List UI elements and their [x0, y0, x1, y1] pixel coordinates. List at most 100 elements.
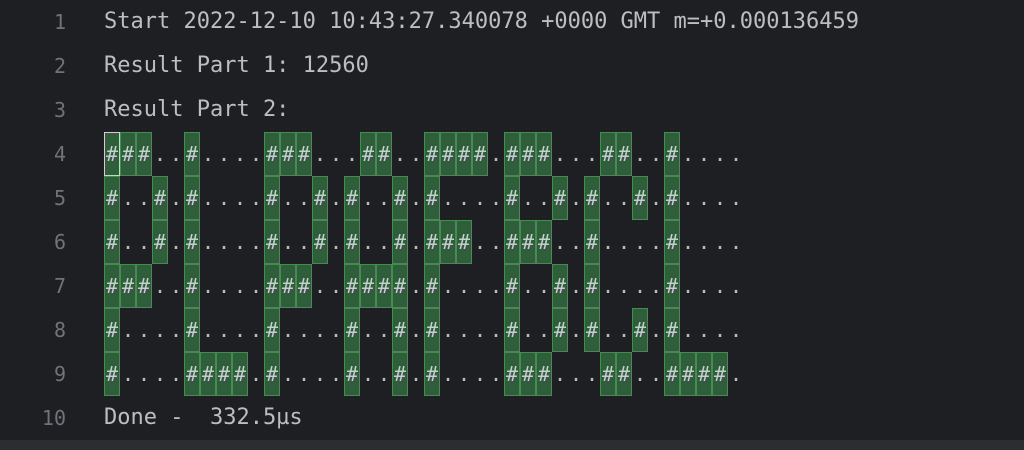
dot-char: .: [137, 230, 151, 254]
dot-char: .: [697, 186, 711, 210]
hash-char: #: [344, 220, 360, 264]
editor-line-6[interactable]: 6 #.. #. #.... #.. #. #.. #. # # #.. # # #.. #.... #..…: [0, 220, 1024, 264]
hash-char: #: [312, 220, 328, 264]
line-number: 7: [53, 274, 66, 298]
hash-char: #: [120, 132, 136, 176]
code-editor[interactable]: 1 Start 2022-12-10 10:43:27.340078 +0000…: [0, 0, 1024, 450]
editor-line-1[interactable]: 1 Start 2022-12-10 10:43:27.340078 +0000…: [0, 0, 1024, 44]
dot-char: .: [169, 142, 183, 166]
hash-char: #: [424, 264, 440, 308]
horizontal-scrollbar[interactable]: [0, 440, 1024, 450]
dot-char: .: [473, 274, 487, 298]
ascii-art-row[interactable]: # # #.. #.... # # #... # #.. # # # #. # # #... # #.. #....: [104, 132, 744, 176]
hash-char: #: [264, 308, 280, 352]
dot-char: .: [201, 186, 215, 210]
dot-char: .: [553, 230, 567, 254]
dot-char: .: [601, 318, 615, 342]
dot-char: .: [649, 318, 663, 342]
hash-char: #: [296, 264, 312, 308]
dot-char: .: [569, 186, 583, 210]
dot-char: .: [409, 274, 423, 298]
hash-char: #: [136, 132, 152, 176]
ascii-art-row[interactable]: # # #.. #.... # # #.. # # # #. #.... #.. #. #.... #....: [104, 264, 744, 308]
hash-char: #: [392, 308, 408, 352]
dot-char: .: [457, 274, 471, 298]
hash-char: #: [472, 132, 488, 176]
dot-char: .: [217, 318, 231, 342]
hash-char: #: [664, 352, 680, 396]
dot-char: .: [489, 230, 503, 254]
editor-line-2[interactable]: 2 Result Part 1: 12560: [0, 44, 1024, 88]
editor-line-7[interactable]: 7 # # #.. #.... # # #.. # # # #. #.... #.. #. #.... #..…: [0, 264, 1024, 308]
editor-line-10[interactable]: 10 Done - 332.5µs: [0, 396, 1024, 440]
hash-char: #: [152, 176, 168, 220]
hash-char: #: [504, 264, 520, 308]
hash-char: #: [504, 176, 520, 220]
ascii-art-row[interactable]: #.. #. #.... #.. #. #.. #. # # #.. # # #.. #.... #....: [104, 220, 744, 264]
dot-char: .: [617, 318, 631, 342]
hash-char: #: [504, 352, 520, 396]
hash-char: #: [200, 352, 216, 396]
line-number: 6: [53, 230, 66, 254]
line-text[interactable]: Result Part 1: 12560: [104, 44, 369, 88]
hash-char: #: [360, 132, 376, 176]
dot-char: .: [281, 318, 295, 342]
hash-char: #: [264, 176, 280, 220]
dot-char: .: [329, 318, 343, 342]
hash-char: #: [584, 220, 600, 264]
dot-char: .: [361, 362, 375, 386]
hash-char: #: [632, 308, 648, 352]
ascii-art-row[interactable]: #.. #. #.... #.. #. #.. #. #.... #.. #. #.. #. #....: [104, 176, 744, 220]
line-text[interactable]: Done - 332.5µs: [104, 396, 303, 440]
dot-char: .: [617, 274, 631, 298]
dot-char: .: [489, 186, 503, 210]
hash-char: #: [184, 352, 200, 396]
editor-line-5[interactable]: 5 #.. #. #.... #.. #. #.. #. #.... #.. #. #.. #. #..…: [0, 176, 1024, 220]
dot-char: .: [729, 362, 743, 386]
hash-char: #: [296, 132, 312, 176]
dot-char: .: [633, 274, 647, 298]
dot-char: .: [633, 142, 647, 166]
dot-char: .: [457, 318, 471, 342]
line-number: 4: [53, 142, 66, 166]
dot-char: .: [217, 274, 231, 298]
dot-char: .: [569, 362, 583, 386]
dot-char: .: [457, 186, 471, 210]
editor-line-3[interactable]: 3 Result Part 2:: [0, 88, 1024, 132]
dot-char: .: [409, 362, 423, 386]
editor-line-8[interactable]: 8 #.... #.... #.... #.. #. #.... #.. #. #.. #. #..…: [0, 308, 1024, 352]
line-text[interactable]: Result Part 2:: [104, 88, 289, 132]
dot-char: .: [489, 142, 503, 166]
hash-char: #: [136, 264, 152, 308]
hash-char: #: [344, 176, 360, 220]
dot-char: .: [409, 318, 423, 342]
hash-char: #: [216, 352, 232, 396]
dot-char: .: [697, 142, 711, 166]
dot-char: .: [489, 318, 503, 342]
hash-char: #: [696, 352, 712, 396]
dot-char: .: [569, 274, 583, 298]
hash-char: #: [584, 176, 600, 220]
dot-char: .: [345, 142, 359, 166]
dot-char: .: [249, 318, 263, 342]
dot-char: .: [649, 362, 663, 386]
line-text[interactable]: Start 2022-12-10 10:43:27.340078 +0000 G…: [104, 0, 859, 44]
dot-char: .: [569, 318, 583, 342]
dot-char: .: [313, 318, 327, 342]
dot-char: .: [169, 362, 183, 386]
dot-char: .: [329, 186, 343, 210]
hash-char: #: [104, 308, 120, 352]
hash-char: #: [264, 132, 280, 176]
editor-line-9[interactable]: 9 #.... # # # #. #.... #.. #. #.... # # #... # #.. # # #…: [0, 352, 1024, 396]
dot-char: .: [649, 186, 663, 210]
hash-char: #: [664, 132, 680, 176]
hash-char: #: [600, 132, 616, 176]
dot-char: .: [441, 318, 455, 342]
hash-char: #: [376, 264, 392, 308]
dot-char: .: [697, 230, 711, 254]
ascii-art-row[interactable]: #.... #.... #.... #.. #. #.... #.. #. #.. #. #....: [104, 308, 744, 352]
dot-char: .: [473, 186, 487, 210]
editor-line-4[interactable]: 4 # # #.. #.... # # #... # #.. # # # #. # # #... # #.. #..…: [0, 132, 1024, 176]
ascii-art-row[interactable]: #.... # # # #. #.... #.. #. #.... # # #... # #.. # # # #.: [104, 352, 744, 396]
hash-char: #: [120, 264, 136, 308]
